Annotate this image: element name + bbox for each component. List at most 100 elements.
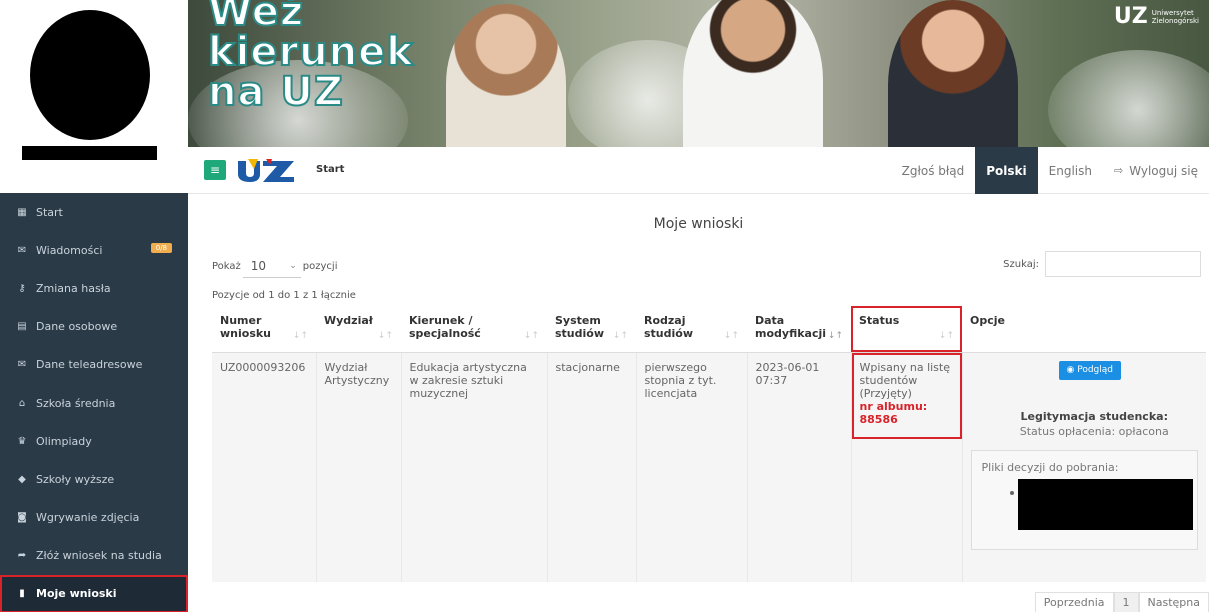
header-text: specjalność [409, 327, 481, 340]
top-navigation: Zgłoś błąd Polski English ⇨ Wyloguj się [891, 147, 1209, 194]
banner-title: Weź kierunek na UZ [207, 0, 414, 113]
status-text: Wpisany na listę studentów (Przyjęty) [859, 360, 951, 400]
sidebar-item-wgrywanie-zdjecia[interactable]: ◙ Wgrywanie zdjęcia [0, 499, 188, 537]
header-text: studiów [555, 327, 605, 340]
cell-rodzaj: pierwszego stopnia z tyt. licencjata [636, 352, 748, 582]
topbar: ≡ Start Zgłoś błąd Polski English ⇨ Wylo… [188, 147, 1209, 194]
sidebar-item-label: Dane teleadresowe [36, 358, 143, 372]
fountain-spray [1048, 50, 1209, 147]
sidebar-item-zloz-wniosek[interactable]: ➦ Złóż wniosek na studia [0, 537, 188, 575]
hero-banner: Weź kierunek na UZ UZ Uniwersytet Zielon… [188, 0, 1209, 147]
uz-logo[interactable] [236, 157, 296, 183]
header-text: Wydział [324, 314, 373, 327]
cell-wydzial: Wydział Artystyczny [316, 352, 402, 582]
pagination-next[interactable]: Następna [1138, 592, 1209, 612]
column-header-wydzial[interactable]: Wydział ↓↑ [316, 306, 401, 353]
id-card-icon: ▤ [17, 321, 27, 333]
student-id-title: Legitymacja studencka: [1020, 409, 1168, 423]
column-header-status[interactable]: Status ↓↑ [851, 306, 962, 353]
menu-toggle-button[interactable]: ≡ [204, 160, 226, 180]
sort-icon: ↓↑ [377, 330, 393, 341]
header-text: wniosku [220, 327, 272, 340]
key-icon: ⚷ [18, 282, 26, 294]
sort-desc-icon: ↓↑ [827, 330, 843, 341]
sidebar-profile [0, 0, 188, 193]
chevron-down-icon: ⌄ [289, 260, 297, 271]
banner-title-line: Weź [207, 0, 305, 35]
sidebar-item-label: Dane osobowe [36, 320, 118, 334]
report-bug-link[interactable]: Zgłoś błąd [891, 147, 976, 194]
column-header-system[interactable]: System studiów ↓↑ [547, 306, 636, 353]
university-logo: UZ Uniwersytet Zielonogórski [1114, 6, 1199, 28]
page-title: Moje wnioski [653, 216, 744, 232]
sidebar-item-szkoly-wyzsze[interactable]: ◆ Szkoły wyższe [0, 460, 188, 498]
sidebar-item-wiadomosci[interactable]: ✉ Wiadomości 0/8 [0, 231, 188, 269]
sidebar-item-label: Szkoły wyższe [36, 472, 115, 486]
university-logo-mark: UZ [1113, 4, 1148, 29]
applications-table: Numer wniosku ↓↑ Wydział ↓↑ Kierunek / specj… [212, 306, 1206, 582]
sidebar-item-label: Start [36, 205, 63, 219]
header-text: studiów [644, 327, 694, 340]
column-header-data[interactable]: Data modyfikacji ↓↑ [747, 306, 851, 353]
envelope-icon: ✉ [17, 244, 27, 256]
file-icon: ▮ [19, 588, 25, 600]
sidebar-item-zmiana-hasla[interactable]: ⚷ Zmiana hasła [0, 269, 188, 307]
show-suffix: pozycji [302, 260, 338, 272]
sidebar-item-label: Złóż wniosek na studia [36, 549, 162, 563]
sort-icon: ↓↑ [938, 330, 954, 341]
table-header-row: Numer wniosku ↓↑ Wydział ↓↑ Kierunek / specj… [212, 306, 1206, 353]
sidebar-item-label: Moje wnioski [36, 587, 117, 601]
column-header-rodzaj[interactable]: Rodzaj studiów ↓↑ [636, 306, 747, 353]
sidebar-item-szkola-srednia[interactable]: ⌂ Szkoła średnia [0, 384, 188, 422]
search-input[interactable] [1045, 251, 1201, 277]
page-length-select[interactable]: 10 ⌄ [242, 254, 301, 278]
header-text: Rodzaj [644, 314, 686, 327]
list-bullet [1009, 490, 1014, 495]
cell-numer: UZ0000093206 [212, 352, 317, 582]
header-text: modyfikacji [755, 327, 827, 340]
language-polski[interactable]: Polski [975, 147, 1038, 194]
header-text: Status [859, 314, 900, 327]
pagination-previous[interactable]: Poprzednia [1034, 592, 1114, 612]
table-row: UZ0000093206 Wydział Artystyczny Edukacj… [212, 352, 1206, 582]
sidebar: ▦ Start ✉ Wiadomości 0/8 ⚷ Zmiana hasła … [0, 0, 188, 612]
sidebar-item-start[interactable]: ▦ Start [0, 193, 188, 231]
breadcrumb-start[interactable]: Start [316, 164, 344, 175]
decision-files-label: Pliki decyzji do pobrania: [981, 460, 1119, 474]
sidebar-item-label: Szkoła średnia [36, 396, 116, 410]
sidebar-item-moje-wnioski[interactable]: ▮ Moje wnioski [0, 574, 188, 612]
search-control: Szukaj: [1003, 251, 1201, 277]
column-header-opcje: Opcje [962, 306, 1206, 353]
header-text: Data [755, 314, 785, 327]
decision-file-link-redacted[interactable] [1017, 478, 1193, 530]
sidebar-item-dane-osobowe[interactable]: ▤ Dane osobowe [0, 308, 188, 346]
camera-icon: ◙ [17, 512, 27, 524]
logout-link[interactable]: ⇨ Wyloguj się [1103, 147, 1209, 194]
column-header-kierunek[interactable]: Kierunek / specjalność ↓↑ [401, 306, 547, 353]
sort-icon: ↓↑ [612, 330, 628, 341]
header-text: Opcje [970, 314, 1005, 327]
trophy-icon: ♛ [17, 435, 27, 447]
column-header-numer[interactable]: Numer wniosku ↓↑ [212, 306, 316, 353]
university-logo-text: Uniwersytet Zielonogórski [1152, 9, 1199, 25]
logout-icon: ⇨ [1114, 164, 1124, 177]
logout-label: Wyloguj się [1129, 163, 1198, 178]
eye-icon: ◉ [1066, 364, 1075, 375]
pagination-page[interactable]: 1 [1113, 592, 1139, 612]
page-length-control: Pokaż 10 ⌄ pozycji [212, 254, 337, 278]
cell-status: Wpisany na listę studentów (Przyjęty) nr… [851, 352, 963, 582]
banner-person [888, 0, 1018, 147]
sidebar-menu: ▦ Start ✉ Wiadomości 0/8 ⚷ Zmiana hasła … [0, 193, 188, 612]
header-text: Kierunek / [409, 314, 473, 327]
sidebar-item-label: Olimpiady [36, 434, 92, 448]
sidebar-item-label: Wiadomości [36, 243, 103, 257]
sort-icon: ↓↑ [523, 330, 539, 341]
sidebar-item-olimpiady[interactable]: ♛ Olimpiady [0, 422, 188, 460]
language-english[interactable]: English [1038, 147, 1103, 194]
sidebar-item-label: Zmiana hasła [36, 281, 111, 295]
preview-button[interactable]: ◉ Podgląd [1058, 360, 1122, 380]
avatar [30, 10, 150, 140]
status-highlight: Wpisany na listę studentów (Przyjęty) nr… [851, 352, 962, 439]
sidebar-item-dane-teleadresowe[interactable]: ✉ Dane teleadresowe [0, 346, 188, 384]
school-icon: ⌂ [18, 397, 26, 409]
